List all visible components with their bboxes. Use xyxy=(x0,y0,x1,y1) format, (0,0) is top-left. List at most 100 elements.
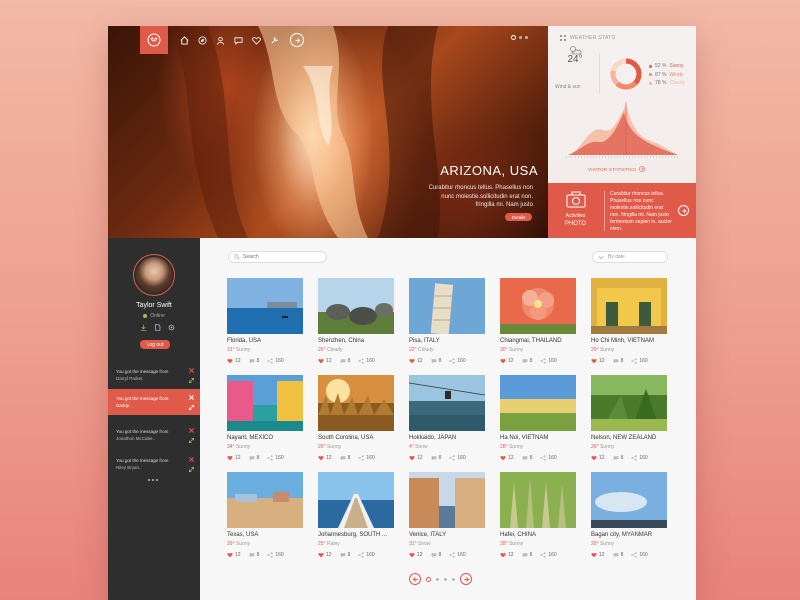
page-dot[interactable] xyxy=(444,577,447,581)
logout-button[interactable]: Log out xyxy=(140,340,170,349)
sort-select[interactable]: By date xyxy=(592,251,668,263)
likes-count[interactable]: 12 xyxy=(500,552,514,558)
photo-card[interactable]: Ho Chi Minh, VIETNAM 29° Sunny 12 8 160 xyxy=(591,278,667,370)
shares-count[interactable]: 160 xyxy=(358,358,375,364)
likes-count[interactable]: 12 xyxy=(591,455,605,461)
activities-next-button[interactable] xyxy=(678,205,689,216)
photo-thumbnail[interactable] xyxy=(318,278,394,334)
comments-count[interactable]: 8 xyxy=(431,358,441,364)
likes-count[interactable]: 12 xyxy=(227,358,241,364)
likes-count[interactable]: 12 xyxy=(591,358,605,364)
photo-thumbnail[interactable] xyxy=(318,472,394,528)
user-icon[interactable] xyxy=(214,34,227,47)
arrow-right-icon[interactable] xyxy=(290,33,304,47)
likes-count[interactable]: 12 xyxy=(318,358,332,364)
shares-count[interactable]: 160 xyxy=(449,455,466,461)
likes-count[interactable]: 12 xyxy=(409,358,423,364)
photo-card[interactable]: Hafei, CHINA 28° Sunny 12 8 160 xyxy=(500,472,576,564)
expand-icon[interactable] xyxy=(188,377,195,384)
photo-thumbnail[interactable] xyxy=(500,278,576,334)
shares-count[interactable]: 160 xyxy=(631,358,648,364)
photo-card[interactable]: Florida, USA 31° Sunny 12 8 160 xyxy=(227,278,303,370)
settings-icon[interactable] xyxy=(168,324,175,331)
shares-count[interactable]: 160 xyxy=(449,552,466,558)
shares-count[interactable]: 160 xyxy=(267,552,284,558)
slider-dot[interactable] xyxy=(525,36,528,39)
photo-card[interactable]: Bagan city, MYANMAR 29° Sunny 12 8 160 xyxy=(591,472,667,564)
shares-count[interactable]: 160 xyxy=(358,455,375,461)
photo-thumbnail[interactable] xyxy=(500,375,576,431)
visitor-statistics-link[interactable]: VISITOR STATISTICS xyxy=(588,166,645,172)
shares-count[interactable]: 160 xyxy=(449,358,466,364)
comments-count[interactable]: 8 xyxy=(249,455,259,461)
comments-count[interactable]: 8 xyxy=(249,358,259,364)
compass-icon[interactable] xyxy=(196,34,209,47)
search-box[interactable] xyxy=(228,251,327,263)
photo-thumbnail[interactable] xyxy=(318,375,394,431)
photo-thumbnail[interactable] xyxy=(591,278,667,334)
chat-icon[interactable] xyxy=(232,34,245,47)
expand-icon[interactable] xyxy=(188,404,195,411)
tools-icon[interactable] xyxy=(268,34,281,47)
close-icon[interactable] xyxy=(188,427,195,434)
document-icon[interactable] xyxy=(154,324,161,331)
more-messages-icon[interactable] xyxy=(148,479,158,481)
comments-count[interactable]: 8 xyxy=(613,455,623,461)
comments-count[interactable]: 8 xyxy=(249,552,259,558)
shares-count[interactable]: 160 xyxy=(631,552,648,558)
page-dot[interactable] xyxy=(426,576,431,582)
likes-count[interactable]: 12 xyxy=(227,552,241,558)
comments-count[interactable]: 8 xyxy=(522,358,532,364)
likes-count[interactable]: 12 xyxy=(591,552,605,558)
photo-thumbnail[interactable] xyxy=(227,375,303,431)
photo-thumbnail[interactable] xyxy=(227,278,303,334)
close-icon[interactable] xyxy=(188,394,195,401)
likes-count[interactable]: 12 xyxy=(409,455,423,461)
heart-icon[interactable] xyxy=(250,34,263,47)
close-icon[interactable] xyxy=(188,456,195,463)
photo-card[interactable]: Nelson, NEW ZEALAND 29° Sunny 12 8 160 xyxy=(591,375,667,467)
likes-count[interactable]: 12 xyxy=(227,455,241,461)
app-logo[interactable] xyxy=(140,26,168,54)
avatar[interactable] xyxy=(133,254,175,296)
comments-count[interactable]: 8 xyxy=(340,358,350,364)
likes-count[interactable]: 12 xyxy=(409,552,423,558)
photo-card[interactable]: Ha Noi, VIETNAM 28° Sunny 12 8 160 xyxy=(500,375,576,467)
photo-card[interactable]: Shenzhen, China 26° Cloudy 12 8 160 xyxy=(318,278,394,370)
photo-thumbnail[interactable] xyxy=(500,472,576,528)
comments-count[interactable]: 8 xyxy=(613,358,623,364)
shares-count[interactable]: 160 xyxy=(267,455,284,461)
shares-count[interactable]: 160 xyxy=(267,358,284,364)
comments-count[interactable]: 8 xyxy=(522,455,532,461)
shares-count[interactable]: 160 xyxy=(540,358,557,364)
photo-card[interactable]: Chiangmai, THAILAND 30° Sunny 12 8 160 xyxy=(500,278,576,370)
download-icon[interactable] xyxy=(140,324,147,331)
photo-thumbnail[interactable] xyxy=(409,472,485,528)
photo-card[interactable]: Venice, ITALY 31° Snow 12 8 160 xyxy=(409,472,485,564)
comments-count[interactable]: 8 xyxy=(431,552,441,558)
shares-count[interactable]: 160 xyxy=(358,552,375,558)
message-item[interactable]: You got the message from Darryl Parker. xyxy=(108,362,200,388)
photo-thumbnail[interactable] xyxy=(591,375,667,431)
slider-dot[interactable] xyxy=(519,36,522,39)
photo-thumbnail[interactable] xyxy=(591,472,667,528)
photo-card[interactable]: Texas, USA 29° Sunny 12 8 160 xyxy=(227,472,303,564)
likes-count[interactable]: 12 xyxy=(318,455,332,461)
photo-thumbnail[interactable] xyxy=(409,375,485,431)
photo-card[interactable]: Johannesburg, SOUTH ... 25° Rainy 12 8 160 xyxy=(318,472,394,564)
expand-icon[interactable] xyxy=(188,437,195,444)
comments-count[interactable]: 8 xyxy=(340,552,350,558)
message-item[interactable]: You got the message from Riley Bryan.. xyxy=(108,451,200,477)
search-input[interactable] xyxy=(243,254,323,260)
comments-count[interactable]: 8 xyxy=(522,552,532,558)
page-dot[interactable] xyxy=(436,577,439,581)
comments-count[interactable]: 8 xyxy=(340,455,350,461)
photo-thumbnail[interactable] xyxy=(227,472,303,528)
shares-count[interactable]: 160 xyxy=(540,552,557,558)
photo-card[interactable]: Nayarit, MEXICO 34° Sunny 12 8 160 xyxy=(227,375,303,467)
photo-card[interactable]: Pisa, ITALY 22° Cloudy 12 8 160 xyxy=(409,278,485,370)
shares-count[interactable]: 160 xyxy=(631,455,648,461)
comments-count[interactable]: 8 xyxy=(613,552,623,558)
prev-page-button[interactable] xyxy=(409,573,421,585)
details-button[interactable]: Details xyxy=(505,213,532,221)
